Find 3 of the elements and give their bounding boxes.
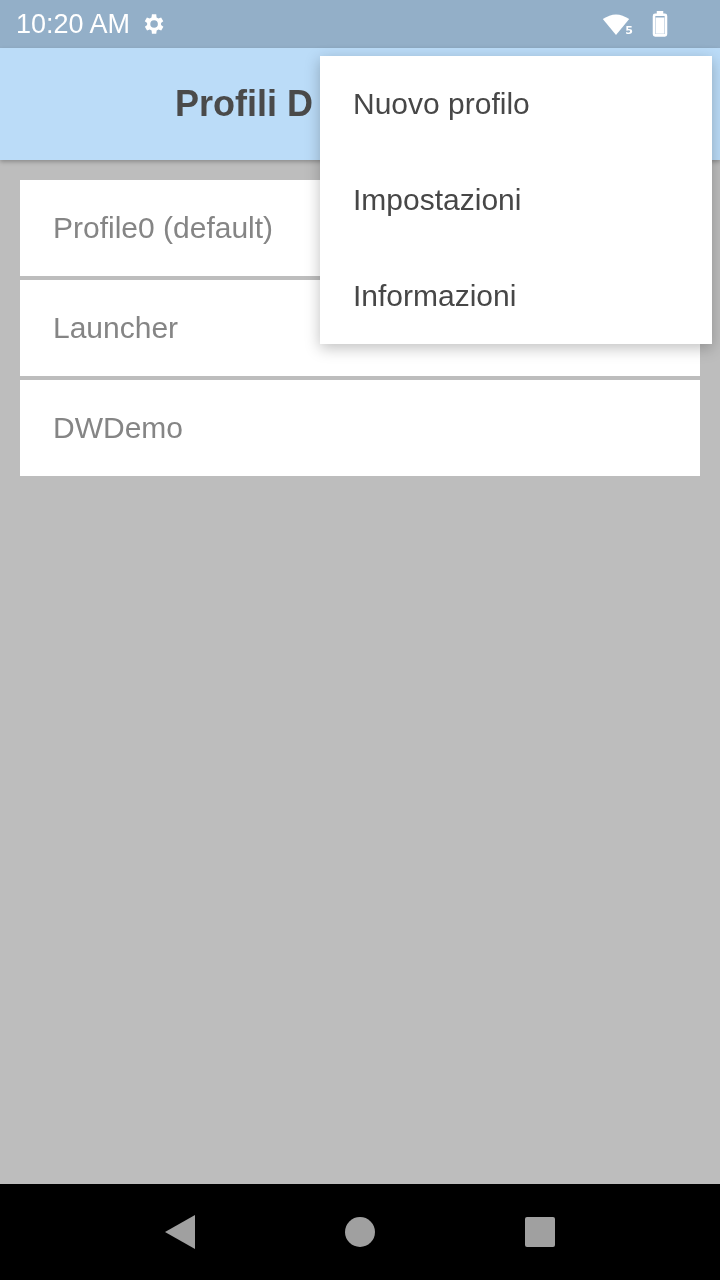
status-time: 10:20 AM (16, 8, 131, 40)
wifi-badge: 5 (624, 25, 634, 37)
app-title: Profili D (175, 83, 313, 125)
